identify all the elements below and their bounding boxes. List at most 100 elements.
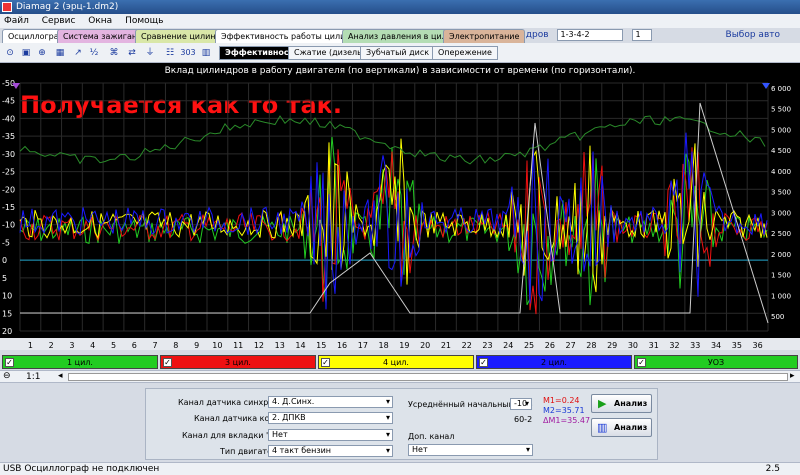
channel-uoz-label: УОЗ xyxy=(707,358,725,367)
horizontal-scrollbar[interactable] xyxy=(68,373,788,381)
y-right-tick: 3 500 xyxy=(771,189,791,197)
tab-power[interactable]: Электропитание xyxy=(443,29,526,43)
scroll-left-icon[interactable]: ◂ xyxy=(58,371,63,381)
gear-disc-value: 60-2 xyxy=(514,415,533,424)
channel-uoz[interactable]: ✓ УОЗ xyxy=(634,355,798,369)
menu-file[interactable]: Файл xyxy=(4,16,29,26)
efficiency-chart: Вклад цилиндров в работу двигателя (по в… xyxy=(2,66,791,336)
analyze-button[interactable]: ▶ Анализ xyxy=(591,394,652,413)
y-left-tick: -15 xyxy=(2,203,15,212)
303-icon[interactable]: 303 xyxy=(180,45,196,61)
settings-panel: Канал датчика синхронизации 4. Д.Синх. К… xyxy=(145,388,658,460)
channel-4-label: 4 цил. xyxy=(383,358,409,367)
extra-channel-select[interactable]: Нет xyxy=(408,444,533,456)
x-tick: 28 xyxy=(586,341,596,350)
y-left-tick: -45 xyxy=(2,97,15,106)
y-left-tick: -20 xyxy=(2,185,15,194)
y-right-tick: 2 500 xyxy=(771,230,791,238)
db-icon[interactable]: ☷ xyxy=(162,45,178,61)
x-tick: 1 xyxy=(28,341,33,350)
sync-icon[interactable]: ⇄ xyxy=(124,45,140,61)
plot-area[interactable]: Вклад цилиндров в работу двигателя (по в… xyxy=(0,63,800,350)
x-tick: 35 xyxy=(732,341,742,350)
sync-channel-select[interactable]: 4. Д.Синх. xyxy=(268,396,393,408)
chart-icon[interactable]: ↗ xyxy=(70,45,86,61)
subtab-advance[interactable]: Опережение xyxy=(432,46,498,60)
right-marker-icon[interactable] xyxy=(762,83,770,89)
uoz-spin[interactable]: -10 xyxy=(510,398,532,410)
x-tick: 8 xyxy=(173,341,178,350)
menu-service[interactable]: Сервис xyxy=(42,16,76,26)
y-right-tick: 500 xyxy=(771,313,784,321)
bars-chart-icon: ▥ xyxy=(597,421,608,434)
scroll-row: ⊖ 1:1 ◂ ▸ xyxy=(0,370,800,383)
x-axis: 1 2 3 4 5 6 7 8 9 10 11 12 13 14 15 16 17 18 19 20 21 22 23 24 2… xyxy=(0,338,800,350)
y-left-tick: 20 xyxy=(2,327,12,336)
x-tick: 23 xyxy=(482,341,492,350)
y-axis-left: -50-45-40-35-30-25-20-15-10-505101520 xyxy=(2,79,15,336)
x-tick: 21 xyxy=(441,341,451,350)
channel-3[interactable]: ✓ 3 цил. xyxy=(160,355,316,369)
subtab-compression[interactable]: Сжатие (дизель) xyxy=(288,46,371,60)
engine-type-select[interactable]: 4 такт бензин xyxy=(268,445,393,457)
menu-bar: Файл Сервис Окна Помощь Порядок работы ц… xyxy=(0,14,800,41)
channel-3-label: 3 цил. xyxy=(225,358,251,367)
analyze-bars-button-label: Анализ xyxy=(614,423,648,432)
ratio-icon[interactable]: ½ xyxy=(86,45,102,61)
y-left-tick: -35 xyxy=(2,132,15,141)
chart-title: Вклад цилиндров в работу двигателя (по в… xyxy=(165,66,636,76)
print-icon[interactable]: ▦ xyxy=(52,45,68,61)
x-tick: 27 xyxy=(566,341,576,350)
y-left-tick: -5 xyxy=(2,238,10,247)
zoom-level: 1:1 xyxy=(26,372,41,382)
crank-channel-select[interactable]: 2. ДПКВ xyxy=(268,412,393,424)
y-axis-right: 6 000 5 500 5 000 4 500 4 000 3 500 3 000 2 500… xyxy=(771,85,791,321)
menu-help[interactable]: Помощь xyxy=(125,16,163,26)
x-tick: 30 xyxy=(628,341,638,350)
x-tick: 16 xyxy=(337,341,347,350)
y-right-tick: 1 000 xyxy=(771,292,791,300)
subtab-gear-disc[interactable]: Зубчатый диск xyxy=(360,46,436,60)
x-tick: 3 xyxy=(69,341,74,350)
y-right-tick: 4 000 xyxy=(771,168,791,176)
cursor-icon[interactable]: ⊙ xyxy=(2,45,18,61)
measure-icon[interactable]: ⊕ xyxy=(34,45,50,61)
x-tick: 22 xyxy=(462,341,472,350)
m2-value: M2=35.71 xyxy=(543,406,585,415)
network-icon[interactable]: ⌘ xyxy=(106,45,122,61)
zoom-icon[interactable]: ▣ xyxy=(18,45,34,61)
zoom-out-icon[interactable]: ⊖ xyxy=(3,371,11,381)
y-right-tick: 6 000 xyxy=(771,85,791,93)
y-right-tick: 3 000 xyxy=(771,209,791,217)
y-right-tick: 2 000 xyxy=(771,251,791,259)
x-tick: 4 xyxy=(90,341,95,350)
x-tick: 36 xyxy=(753,341,763,350)
usb-status: USB Осциллограф не подключен xyxy=(3,464,160,474)
y-right-tick: 1 500 xyxy=(771,272,791,280)
y-left-tick: 5 xyxy=(2,274,7,283)
menu-windows[interactable]: Окна xyxy=(88,16,112,26)
delta-m-value: ΔM1=35.47 xyxy=(543,416,591,425)
x-tick: 2 xyxy=(49,341,54,350)
x-tick: 17 xyxy=(358,341,368,350)
phase-channel-select[interactable]: Нет xyxy=(268,429,393,441)
filter-icon[interactable]: ⏚ xyxy=(142,45,158,61)
scroll-right-icon[interactable]: ▸ xyxy=(790,371,795,381)
channel-1[interactable]: ✓ 1 цил. xyxy=(2,355,158,369)
channel-4[interactable]: ✓ 4 цил. xyxy=(318,355,474,369)
x-tick: 24 xyxy=(503,341,513,350)
bars-icon[interactable]: ▥ xyxy=(198,45,214,61)
analyze-bars-button[interactable]: ▥ Анализ xyxy=(591,418,652,437)
channel-2-label: 2 цил. xyxy=(541,358,567,367)
x-tick: 6 xyxy=(132,341,137,350)
status-bar: USB Осциллограф не подключен 2.5 xyxy=(0,462,800,475)
channel-2[interactable]: ✓ 2 цил. xyxy=(476,355,632,369)
play-icon: ▶ xyxy=(598,397,607,410)
x-tick: 32 xyxy=(669,341,679,350)
extra-channel-label: Доп. канал xyxy=(408,432,455,441)
x-tick: 33 xyxy=(690,341,700,350)
app-icon xyxy=(2,2,12,12)
main-tabs: Осциллограф Система зажигания Сравнение … xyxy=(0,29,800,44)
version-label: 2.5 xyxy=(765,464,780,474)
y-right-tick: 5 500 xyxy=(771,106,791,114)
